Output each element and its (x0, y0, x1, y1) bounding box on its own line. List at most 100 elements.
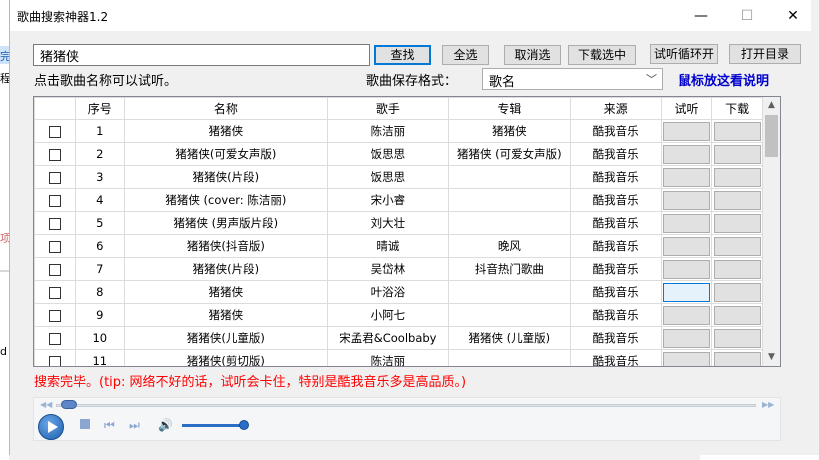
song-name[interactable]: 猪猪侠(剪切版) (124, 349, 328, 366)
song-name[interactable]: 猪猪侠 (124, 280, 328, 304)
row-checkbox[interactable] (48, 286, 61, 299)
preview-button[interactable] (663, 167, 711, 187)
row-checkbox[interactable] (48, 309, 61, 322)
table-row[interactable]: 9 猪猪侠 小阿七 酷我音乐 (34, 303, 763, 327)
title-bar[interactable]: 歌曲搜索神器1.2 — ☐ ✕ (10, 0, 811, 31)
preview-button[interactable] (663, 305, 711, 325)
download-button[interactable] (713, 213, 761, 233)
table-row[interactable]: 2 猪猪侠(可爱女声版) 饭思思 猪猪侠 (可爱女声版) 酷我音乐 (34, 142, 763, 166)
row-checkbox[interactable] (48, 217, 61, 230)
song-name[interactable]: 猪猪侠(片段) (124, 165, 328, 189)
song-name[interactable]: 猪猪侠 (124, 303, 328, 327)
checkbox-cell[interactable] (34, 211, 76, 235)
row-checkbox[interactable] (48, 171, 61, 184)
checkbox-cell[interactable] (34, 280, 76, 304)
song-name[interactable]: 猪猪侠 (男声版片段) (124, 211, 328, 235)
preview-button[interactable] (663, 190, 711, 210)
table-row[interactable]: 4 猪猪侠 (cover: 陈洁丽) 宋小睿 酷我音乐 (34, 188, 763, 212)
column-header[interactable]: 试听 (660, 97, 713, 120)
download-button[interactable] (713, 282, 761, 302)
preview-button[interactable] (663, 121, 711, 141)
row-checkbox[interactable] (48, 148, 61, 161)
table-row[interactable]: 11 猪猪侠(剪切版) 陈洁丽 酷我音乐 (34, 349, 763, 366)
table-row[interactable]: 7 猪猪侠(片段) 吴岱林 抖音热门歌曲 酷我音乐 (34, 257, 763, 281)
preview-button[interactable] (663, 328, 711, 348)
column-header[interactable]: 序号 (74, 97, 126, 120)
previous-track-icon[interactable]: ⏮ (104, 418, 115, 433)
search-button[interactable]: 查找 (374, 45, 431, 65)
preview-button[interactable] (663, 236, 711, 256)
maximize-button[interactable]: ☐ (724, 0, 770, 31)
song-name[interactable]: 猪猪侠 (cover: 陈洁丽) (124, 188, 328, 212)
volume-slider[interactable] (182, 424, 245, 427)
preview-loop-toggle[interactable]: 试听循环开 (650, 44, 718, 64)
open-directory-button[interactable]: 打开目录 (729, 44, 801, 64)
checkbox-cell[interactable] (34, 188, 76, 212)
row-checkbox[interactable] (48, 194, 61, 207)
download-button[interactable] (713, 328, 761, 348)
table-row[interactable]: 6 猪猪侠(抖音版) 晴诚 晚风 酷我音乐 (34, 234, 763, 258)
row-checkbox[interactable] (48, 263, 61, 276)
preview-button[interactable] (663, 259, 711, 279)
download-button[interactable] (713, 121, 761, 141)
preview-button[interactable] (663, 213, 711, 233)
seek-thumb[interactable] (61, 400, 77, 409)
play-button[interactable] (38, 414, 64, 440)
download-button[interactable] (713, 236, 761, 256)
preview-button[interactable] (663, 144, 711, 164)
stop-button[interactable] (80, 419, 90, 429)
seek-forward-icon[interactable]: ▶▶ (762, 400, 774, 409)
scrollbar-thumb[interactable] (765, 115, 778, 157)
minimize-button[interactable]: — (678, 0, 724, 31)
row-checkbox[interactable] (48, 240, 61, 253)
column-header[interactable]: 歌手 (326, 97, 450, 120)
column-header[interactable]: 来源 (569, 97, 662, 120)
column-header[interactable]: 专辑 (448, 97, 571, 120)
song-name[interactable]: 猪猪侠 (124, 119, 328, 143)
checkbox-cell[interactable] (34, 119, 76, 143)
select-all-button[interactable]: 全选 (442, 45, 489, 65)
download-button[interactable] (713, 144, 761, 164)
song-name[interactable]: 猪猪侠(片段) (124, 257, 328, 281)
table-row[interactable]: 5 猪猪侠 (男声版片段) 刘大壮 酷我音乐 (34, 211, 763, 235)
song-name[interactable]: 猪猪侠(抖音版) (124, 234, 328, 258)
help-link[interactable]: 鼠标放这看说明 (678, 70, 769, 89)
checkbox-cell[interactable] (34, 349, 76, 366)
download-button[interactable] (713, 167, 761, 187)
format-select[interactable]: 歌名 ﹀ (482, 68, 663, 90)
scroll-down-arrow-icon[interactable]: ▼ (763, 349, 780, 366)
table-row[interactable]: 3 猪猪侠(片段) 饭思思 酷我音乐 (34, 165, 763, 189)
checkbox-cell[interactable] (34, 326, 76, 350)
seek-bar[interactable] (56, 404, 756, 407)
checkbox-cell[interactable] (34, 165, 76, 189)
unselect-button[interactable]: 取消选 (504, 45, 561, 65)
download-selected-button[interactable]: 下载选中 (568, 45, 636, 65)
download-button[interactable] (713, 305, 761, 325)
search-input[interactable] (33, 44, 370, 66)
checkbox-cell[interactable] (34, 142, 76, 166)
download-button[interactable] (713, 259, 761, 279)
seek-back-icon[interactable]: ◀◀ (40, 400, 52, 409)
table-row[interactable]: 1 猪猪侠 陈洁丽 猪猪侠 酷我音乐 (34, 119, 763, 143)
column-header[interactable]: 名称 (124, 97, 328, 120)
next-track-icon[interactable]: ⏭ (129, 418, 140, 433)
table-row[interactable]: 8 猪猪侠 叶浴浴 酷我音乐 (34, 280, 763, 304)
row-checkbox[interactable] (48, 355, 61, 366)
song-name[interactable]: 猪猪侠(儿童版) (124, 326, 328, 350)
download-button[interactable] (713, 190, 761, 210)
download-button[interactable] (713, 351, 761, 366)
close-button[interactable]: ✕ (770, 0, 816, 31)
checkbox-cell[interactable] (34, 303, 76, 327)
song-name[interactable]: 猪猪侠(可爱女声版) (124, 142, 328, 166)
column-header[interactable]: 下载 (711, 97, 763, 120)
checkbox-cell[interactable] (34, 234, 76, 258)
table-row[interactable]: 10 猪猪侠(儿童版) 宋孟君&Coolbaby 猪猪侠 (儿童版) 酷我音乐 (34, 326, 763, 350)
scroll-up-arrow-icon[interactable]: ▲ (763, 97, 780, 114)
vertical-scrollbar[interactable]: ▲ ▼ (763, 97, 780, 366)
preview-button[interactable] (663, 351, 711, 366)
preview-button[interactable] (663, 282, 711, 302)
volume-thumb[interactable] (239, 420, 249, 430)
row-checkbox[interactable] (48, 332, 61, 345)
volume-icon[interactable]: 🔊 (158, 418, 173, 432)
row-checkbox[interactable] (48, 125, 61, 138)
